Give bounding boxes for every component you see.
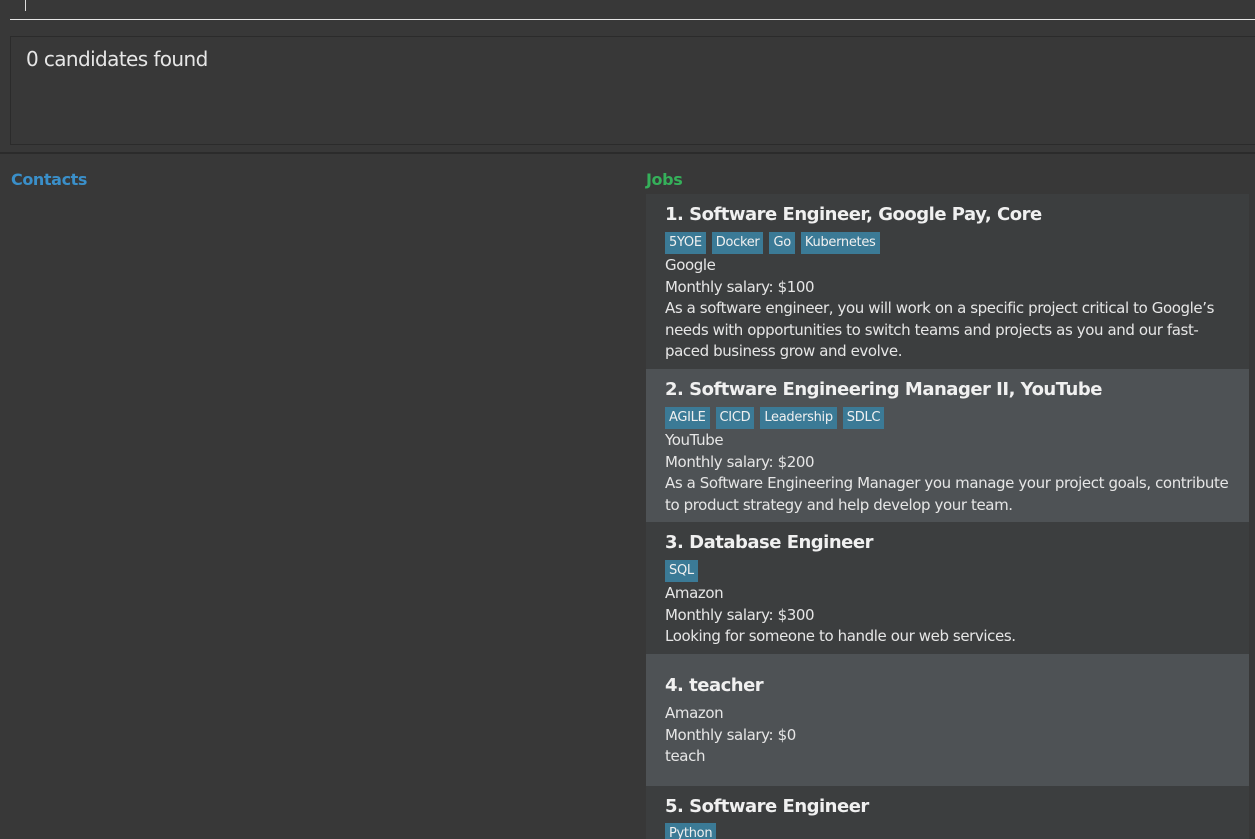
tag: 5YOE <box>665 232 706 254</box>
job-salary: Monthly salary: $300 <box>665 606 815 624</box>
tag: SDLC <box>842 407 885 429</box>
job-description: teach <box>665 747 706 765</box>
job-salary: Monthly salary: $0 <box>665 726 796 744</box>
app-window: 0 candidates found Contacts Jobs 1. Soft… <box>0 0 1255 839</box>
job-description: As a software engineer, you will work on… <box>665 299 1215 360</box>
job-company: YouTube <box>665 431 724 449</box>
command-input[interactable] <box>10 0 1255 20</box>
jobs-panel-title: Jobs <box>646 170 683 189</box>
job-title: 2. Software Engineering Manager II, YouT… <box>665 379 1102 400</box>
command-box <box>0 0 1255 28</box>
tag-list: SQL <box>665 560 1235 582</box>
tag: CICD <box>715 407 755 429</box>
job-title: 3. Database Engineer <box>665 532 873 553</box>
tag: Go <box>769 232 795 254</box>
tag: Kubernetes <box>800 232 880 254</box>
tag-list: AGILE CICD Leadership SDLC <box>665 407 1235 429</box>
text-cursor <box>25 0 26 11</box>
job-title: 1. Software Engineer, Google Pay, Core <box>665 204 1042 225</box>
job-salary: Monthly salary: $200 <box>665 453 815 471</box>
tag-list: 5YOE Docker Go Kubernetes <box>665 232 1235 254</box>
job-card[interactable]: 2. Software Engineering Manager II, YouT… <box>646 369 1249 522</box>
tag-list: Python <box>665 823 1235 839</box>
tag: Docker <box>711 232 764 254</box>
job-card[interactable]: 5. Software Engineer Python <box>646 786 1249 839</box>
job-company: Amazon <box>665 704 724 722</box>
result-message: 0 candidates found <box>26 47 208 71</box>
job-description: Looking for someone to handle our web se… <box>665 627 1016 645</box>
job-title: 5. Software Engineer <box>665 796 869 817</box>
tag: AGILE <box>665 407 710 429</box>
job-salary: Monthly salary: $100 <box>665 278 815 296</box>
job-company: Google <box>665 256 716 274</box>
jobs-list[interactable]: 1. Software Engineer, Google Pay, Core 5… <box>646 194 1249 839</box>
job-company: Amazon <box>665 584 724 602</box>
job-card[interactable]: 4. teacher Amazon Monthly salary: $0 tea… <box>646 654 1249 786</box>
tag: Python <box>665 823 717 839</box>
divider <box>0 152 1255 154</box>
job-card[interactable]: 3. Database Engineer SQL Amazon Monthly … <box>646 522 1249 654</box>
job-description: As a Software Engineering Manager you ma… <box>665 474 1229 514</box>
result-display: 0 candidates found <box>10 36 1255 145</box>
job-card[interactable]: 1. Software Engineer, Google Pay, Core 5… <box>646 194 1249 369</box>
contacts-panel-title: Contacts <box>11 170 88 189</box>
tag: Leadership <box>760 407 837 429</box>
job-title: 4. teacher <box>665 675 764 696</box>
tag: SQL <box>665 560 698 582</box>
